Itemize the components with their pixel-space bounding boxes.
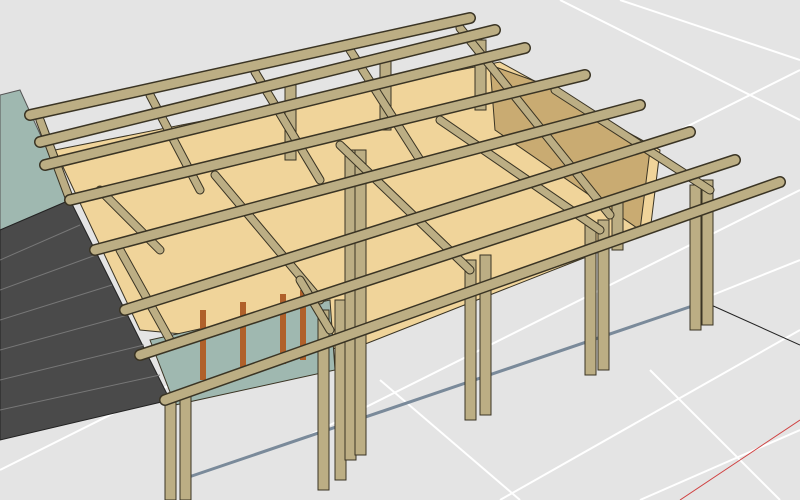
3d-model-viewport[interactable] [0, 0, 800, 500]
window-frame [200, 310, 206, 380]
timber-post [334, 299, 347, 481]
timber-post [164, 399, 177, 500]
timber-post [354, 149, 367, 456]
window-frame [240, 302, 246, 372]
pergola-model [0, 0, 800, 500]
timber-post [344, 149, 357, 461]
timber-post [179, 394, 192, 500]
